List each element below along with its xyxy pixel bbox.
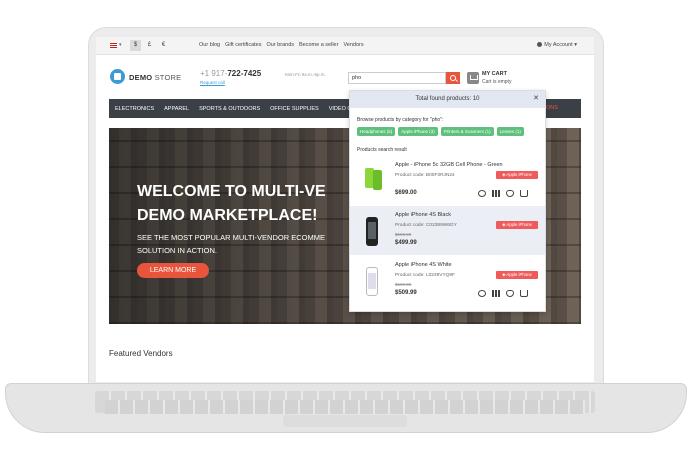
link-vendors[interactable]: Vendors [343, 42, 363, 48]
store-logo-icon[interactable] [110, 69, 125, 84]
search-results-dropdown: Total found products: 10 ✕ Browse produc… [349, 90, 546, 312]
top-bar: ▾ $ £ € Our blog Gift certificates Our b… [96, 37, 594, 55]
phone-main: 722-7425 [227, 69, 262, 78]
category-chip-apple-iphone[interactable]: Apple iPhone (3) [398, 127, 438, 136]
phone-black-image [366, 217, 378, 246]
product-old-price: $599.99 [395, 282, 412, 287]
vendor-tag-label: Apple iPhone [506, 222, 532, 227]
product-code: Product code: C02389W6GY [395, 223, 457, 228]
cart-icon[interactable] [467, 72, 479, 84]
hero-subtitle-line2: SOLUTION IN ACTION. [137, 246, 218, 255]
category-chip-headphones[interactable]: Headphones (5) [357, 127, 396, 136]
logo-text-light: STORE [152, 73, 182, 82]
result-item[interactable]: Apple - iPhone 5c 32GB Cell Phone - Gree… [350, 156, 545, 205]
phone-number: +1 917-722-7425 [200, 69, 261, 78]
product-price: $509.99 [395, 290, 417, 296]
product-image[interactable] [359, 266, 384, 297]
featured-vendors-heading: Featured Vendors [109, 349, 173, 358]
currency-gbp[interactable]: £ [144, 40, 155, 51]
link-our-blog[interactable]: Our blog [199, 42, 220, 48]
add-to-cart-icon[interactable] [520, 190, 528, 197]
vendor-tag-label: Apple iPhone [506, 272, 532, 277]
quick-view-icon[interactable] [478, 290, 486, 297]
category-chips: Headphones (5) Apple iPhone (3) Printers… [357, 127, 524, 136]
laptop-keyboard-row [105, 400, 585, 414]
results-heading: Products search result [357, 147, 407, 153]
product-name[interactable]: Apple iPhone 4S White [395, 262, 452, 268]
nav-sports-outdoors[interactable]: SPORTS & OUTDOORS [199, 106, 260, 112]
hero-subtitle: SEE THE MOST POPULAR MULTI-VENDOR ECOMME… [137, 231, 367, 257]
product-name[interactable]: Apple iPhone 4S Black [395, 212, 451, 218]
result-item[interactable]: Apple iPhone 4S Black Product code: C023… [350, 206, 545, 255]
search-input[interactable]: pho [348, 72, 446, 84]
category-chip-lenses[interactable]: Lenses (1) [496, 127, 524, 136]
nav-promotions[interactable]: ONS [546, 105, 558, 111]
laptop-trackpad [283, 415, 407, 427]
nav-office-supplies[interactable]: OFFICE SUPPLIES [270, 106, 319, 112]
my-account-menu[interactable]: My Account ▾ [537, 42, 577, 48]
chevron-down-icon[interactable]: ▾ [119, 42, 122, 48]
link-become-seller[interactable]: Become a seller [299, 42, 338, 48]
quick-view-icon[interactable] [478, 190, 486, 197]
hero-subtitle-line1: SEE THE MOST POPULAR MULTI-VENDOR ECOMME [137, 233, 325, 242]
phone-green-image-back [373, 170, 382, 190]
learn-more-button[interactable]: LEARN MORE [137, 263, 209, 278]
vendor-tag[interactable]: ◈ Apple iPhone [496, 221, 538, 229]
search-button[interactable] [446, 72, 460, 84]
nav-apparel[interactable]: APPAREL [164, 106, 189, 112]
results-count: Total found products: 10 [350, 91, 545, 108]
add-to-cart-icon[interactable] [520, 290, 528, 297]
close-icon[interactable]: ✕ [533, 95, 539, 103]
us-flag-icon[interactable] [110, 43, 117, 48]
nav-electronics[interactable]: ELECTRONICS [115, 106, 154, 112]
logo-text-bold: DEMO [129, 73, 153, 82]
compare-icon[interactable] [492, 190, 500, 197]
product-name[interactable]: Apple - iPhone 5c 32GB Cell Phone - Gree… [395, 162, 503, 168]
phone-prefix: +1 917- [200, 69, 228, 78]
product-image[interactable] [359, 216, 384, 247]
cart-title[interactable]: MY CART [482, 71, 507, 77]
compare-icon[interactable] [492, 290, 500, 297]
product-actions [478, 190, 528, 197]
category-heading: Browse products by category for "pho": [357, 117, 444, 123]
link-our-brands[interactable]: Our brands [266, 42, 294, 48]
wishlist-icon[interactable] [506, 190, 514, 197]
product-price: $699.00 [395, 190, 417, 196]
vendor-tag-label: Apple iPhone [506, 172, 532, 177]
product-old-price: $599.99 [395, 232, 412, 237]
phone-white-image [366, 267, 378, 296]
my-account-label: My Account ▾ [544, 42, 577, 48]
link-gift-certificates[interactable]: Gift certificates [225, 42, 261, 48]
currency-usd[interactable]: $ [130, 40, 141, 51]
product-code: Product code: L0239VYQ9F [395, 273, 455, 278]
top-links: Our blog Gift certificates Our brands Be… [199, 42, 364, 48]
user-icon [537, 42, 543, 48]
product-code: Product code: B00F3RJN24 [395, 173, 455, 178]
result-item[interactable]: Apple iPhone 4S White Product code: L023… [350, 256, 545, 305]
cart-status: Cart is empty [482, 79, 512, 85]
currency-eur[interactable]: € [158, 40, 169, 51]
product-actions [478, 290, 528, 297]
vendor-tag[interactable]: ◈ Apple iPhone [496, 171, 538, 179]
store-logo[interactable]: DEMO STORE [129, 73, 181, 82]
business-hours: Mon-Fri 9a.m.-6p.m. [285, 72, 326, 77]
category-chip-printers-scanners[interactable]: Printers & Scanners (1) [440, 127, 494, 136]
request-call-link[interactable]: Request call [200, 80, 225, 85]
wishlist-icon[interactable] [506, 290, 514, 297]
laptop-screen: ▾ $ £ € Our blog Gift certificates Our b… [96, 37, 594, 382]
product-price: $499.99 [395, 240, 417, 246]
vendor-tag[interactable]: ◈ Apple iPhone [496, 271, 538, 279]
product-image[interactable] [359, 166, 384, 197]
